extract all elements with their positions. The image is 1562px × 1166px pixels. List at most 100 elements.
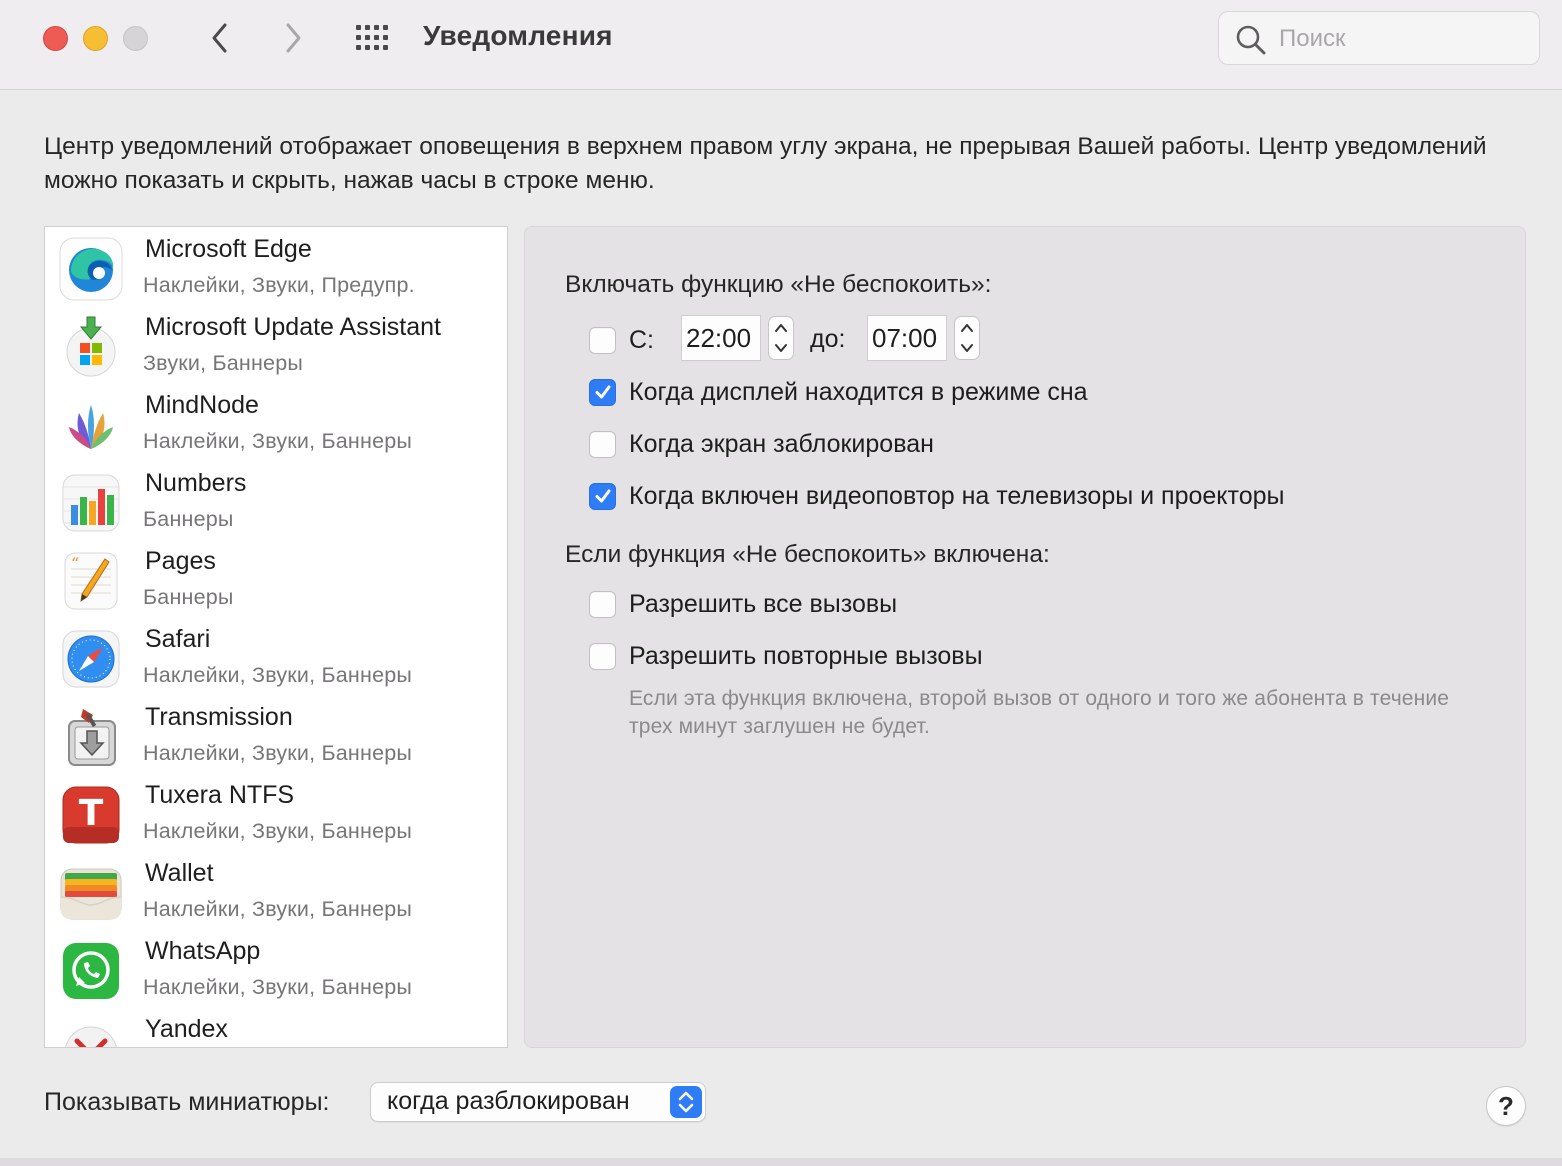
whatsapp-icon bbox=[63, 943, 119, 999]
app-name: Wallet bbox=[145, 859, 214, 887]
transmission-icon bbox=[68, 709, 116, 766]
svg-text:“: “ bbox=[71, 554, 79, 573]
to-time-stepper[interactable] bbox=[954, 316, 980, 360]
zoom-window-button[interactable] bbox=[123, 26, 148, 51]
list-item-transmission[interactable]: Transmission Наклейки, Звуки, Баннеры bbox=[45, 697, 507, 775]
search-field[interactable] bbox=[1218, 11, 1540, 65]
app-alert-style: Наклейки, Звуки, Предупр. bbox=[143, 273, 415, 297]
numbers-icon bbox=[62, 474, 120, 532]
microsoft-edge-icon bbox=[59, 237, 123, 301]
option-label: Разрешить все вызовы bbox=[629, 589, 898, 618]
option-allow-repeated-calls[interactable]: Разрешить повторные вызовы bbox=[589, 639, 983, 673]
pages-icon: “ bbox=[64, 552, 118, 610]
yandex-icon bbox=[65, 1026, 117, 1047]
chevron-up-icon bbox=[961, 324, 973, 332]
from-time-field[interactable]: 22:00 bbox=[681, 315, 761, 361]
chevron-left-icon bbox=[212, 23, 227, 53]
checkmark-icon bbox=[595, 385, 610, 399]
option-allow-all-calls[interactable]: Разрешить все вызовы bbox=[589, 587, 897, 621]
app-name: Pages bbox=[145, 547, 216, 575]
display-sleep-checkbox[interactable] bbox=[589, 378, 616, 406]
list-item-pages[interactable]: “ Pages Баннеры bbox=[45, 541, 507, 619]
option-mirroring[interactable]: Когда включен видеоповтор на телевизоры … bbox=[589, 479, 1284, 513]
list-item-whatsapp[interactable]: WhatsApp Наклейки, Звуки, Баннеры bbox=[45, 931, 507, 1009]
svg-text:T: T bbox=[79, 793, 104, 834]
option-display-sleep[interactable]: Когда дисплей находится в режиме сна bbox=[589, 375, 1088, 409]
repeated-calls-hint: Если эта функция включена, второй вызов … bbox=[629, 687, 1450, 738]
list-item-tuxera-ntfs[interactable]: T Tuxera NTFS Наклейки, Звуки, Баннеры bbox=[45, 775, 507, 853]
dnd-when-on-heading: Если функция «Не беспокоить» включена: bbox=[565, 541, 1050, 568]
list-item-microsoft-update-assistant[interactable]: Microsoft Update Assistant Звуки, Баннер… bbox=[45, 307, 507, 385]
option-label: Когда экран заблокирован bbox=[629, 429, 934, 458]
app-name: Microsoft Update Assistant bbox=[145, 313, 441, 341]
app-list[interactable]: Microsoft Edge Наклейки, Звуки, Предупр.… bbox=[44, 226, 508, 1048]
forward-button[interactable] bbox=[275, 20, 311, 56]
list-item-yandex[interactable]: Yandex bbox=[45, 1009, 507, 1047]
app-name: Transmission bbox=[145, 703, 293, 731]
app-alert-style: Баннеры bbox=[143, 585, 234, 609]
from-label: С: bbox=[629, 325, 654, 354]
close-window-button[interactable] bbox=[43, 26, 68, 51]
app-name: Numbers bbox=[145, 469, 247, 497]
search-icon bbox=[1236, 25, 1266, 55]
window-bottom-edge bbox=[0, 1158, 1562, 1166]
app-alert-style: Наклейки, Звуки, Баннеры bbox=[143, 897, 413, 921]
schedule-checkbox[interactable] bbox=[589, 326, 616, 354]
do-not-disturb-panel: Включать функцию «Не беспокоить»: С: 22:… bbox=[524, 226, 1526, 1048]
option-screen-locked[interactable]: Когда экран заблокирован bbox=[589, 427, 934, 461]
tuxera-ntfs-icon: T bbox=[62, 786, 120, 844]
thumbnails-label: Показывать миниатюры: bbox=[44, 1088, 330, 1116]
microsoft-update-assistant-icon bbox=[66, 316, 116, 377]
app-name: Yandex bbox=[145, 1015, 228, 1043]
show-all-button[interactable] bbox=[354, 22, 394, 54]
to-label: до: bbox=[810, 325, 846, 353]
app-name: WhatsApp bbox=[145, 937, 261, 965]
list-item-numbers[interactable]: Numbers Баннеры bbox=[45, 463, 507, 541]
dnd-schedule-heading: Включать функцию «Не беспокоить»: bbox=[565, 271, 992, 298]
app-alert-style: Наклейки, Звуки, Баннеры bbox=[143, 975, 413, 999]
to-time-field[interactable]: 07:00 bbox=[867, 315, 947, 361]
app-name: Tuxera NTFS bbox=[145, 781, 295, 809]
thumbnails-popup[interactable]: когда разблокирован bbox=[370, 1082, 706, 1122]
checkmark-icon bbox=[595, 489, 610, 503]
list-item-mindnode[interactable]: MindNode Наклейки, Звуки, Баннеры bbox=[45, 385, 507, 463]
thumbnails-popup-value: когда разблокирован bbox=[387, 1087, 630, 1115]
option-label: Когда включен видеоповтор на телевизоры … bbox=[629, 481, 1285, 510]
help-button[interactable]: ? bbox=[1486, 1086, 1526, 1126]
chevron-right-icon bbox=[286, 23, 301, 53]
app-name: MindNode bbox=[145, 391, 259, 419]
chevron-up-icon bbox=[775, 324, 787, 332]
mirroring-checkbox[interactable] bbox=[589, 482, 616, 510]
screen-locked-checkbox[interactable] bbox=[589, 430, 616, 458]
option-label: Когда дисплей находится в режиме сна bbox=[629, 377, 1088, 406]
from-time-stepper[interactable] bbox=[768, 316, 794, 360]
app-name: Safari bbox=[145, 625, 211, 653]
list-item-wallet[interactable]: Wallet Наклейки, Звуки, Баннеры bbox=[45, 853, 507, 931]
app-alert-style: Баннеры bbox=[143, 507, 234, 531]
grid-icon bbox=[356, 25, 388, 50]
app-alert-style: Наклейки, Звуки, Баннеры bbox=[143, 819, 413, 843]
back-button[interactable] bbox=[202, 20, 238, 56]
safari-icon bbox=[62, 630, 120, 688]
chevron-down-icon bbox=[961, 344, 973, 352]
allow-repeated-calls-checkbox[interactable] bbox=[589, 642, 616, 670]
option-label: Разрешить повторные вызовы bbox=[629, 641, 983, 670]
mindnode-icon bbox=[69, 405, 113, 449]
app-alert-style: Наклейки, Звуки, Баннеры bbox=[143, 741, 413, 765]
system-preferences-window: Уведомления Центр уведомлений отображает… bbox=[0, 0, 1562, 1166]
schedule-row: С: bbox=[589, 323, 654, 357]
app-alert-style: Звуки, Баннеры bbox=[143, 351, 304, 375]
allow-all-calls-checkbox[interactable] bbox=[589, 590, 616, 618]
app-alert-style: Наклейки, Звуки, Баннеры bbox=[143, 663, 413, 687]
search-input[interactable] bbox=[1279, 20, 1529, 58]
list-item-microsoft-edge[interactable]: Microsoft Edge Наклейки, Звуки, Предупр. bbox=[45, 229, 507, 307]
app-alert-style: Наклейки, Звуки, Баннеры bbox=[143, 429, 413, 453]
page-title: Уведомления bbox=[423, 20, 613, 51]
popup-arrows-icon bbox=[670, 1086, 702, 1118]
app-name: Microsoft Edge bbox=[145, 235, 312, 263]
list-item-safari[interactable]: Safari Наклейки, Звуки, Баннеры bbox=[45, 619, 507, 697]
title-bar: Уведомления bbox=[0, 0, 1562, 90]
wallet-icon bbox=[60, 868, 122, 920]
minimize-window-button[interactable] bbox=[83, 26, 108, 51]
chevron-down-icon bbox=[775, 344, 787, 352]
